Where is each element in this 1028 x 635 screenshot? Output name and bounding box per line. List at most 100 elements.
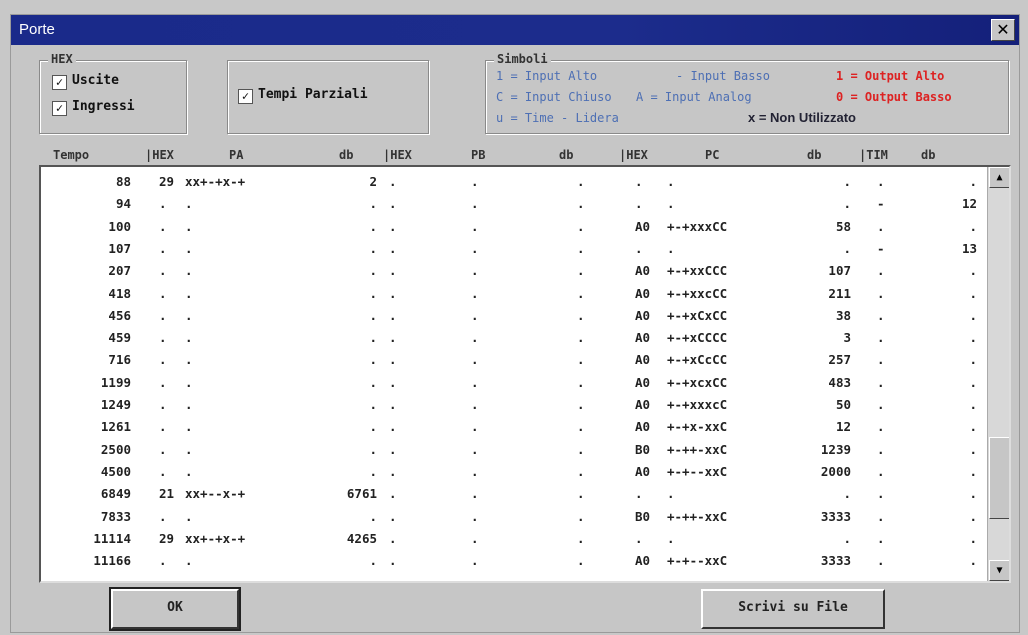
ingressi-checkbox[interactable]: ✓ Ingressi	[52, 99, 135, 116]
table-row[interactable]: 88 29 xx+-+x-+ 2........	[41, 171, 986, 193]
cell-tim: .	[877, 441, 885, 457]
cell-hex-c: A0	[635, 263, 651, 279]
hex-group-legend: HEX	[48, 52, 76, 66]
col-header-db-a: db	[339, 148, 354, 162]
table-row[interactable]: 1249...... A0 +-+xxxcC 50..	[41, 394, 986, 416]
cell-db-a: .	[369, 285, 377, 301]
cell-pc: +-++-xxC	[667, 508, 728, 524]
cell-tempo: 456	[108, 307, 131, 323]
cell-db-c: 483	[828, 374, 851, 390]
cell-pb: .	[471, 397, 479, 412]
table-row[interactable]: 1261...... A0 +-+x-xxC 12..	[41, 416, 986, 438]
cell-db-b: .	[577, 486, 585, 502]
cell-pa: .	[185, 218, 193, 234]
cell-pb: .	[471, 196, 479, 212]
table-row[interactable]: 2500...... B0 +-++-xxC 1239..	[41, 439, 986, 461]
table-row[interactable]: 716...... A0 +-+xCcCC 257..	[41, 349, 986, 371]
table-row[interactable]: 456...... A0 +-+xCxCC 38..	[41, 305, 986, 327]
cell-tempo: 88	[115, 174, 131, 189]
cell-db-b: .	[577, 441, 585, 457]
simboli-legend: Simboli	[494, 52, 551, 66]
symbol-input-basso: - Input Basso	[676, 69, 770, 83]
table-row[interactable]: 107......... -13	[41, 238, 986, 260]
cell-db-b: .	[577, 419, 585, 435]
cell-db-tim: .	[969, 530, 977, 546]
cell-db-b: .	[577, 508, 585, 524]
col-header-db-c: db	[807, 148, 822, 162]
tempi-parziali-label: Tempi Parziali	[258, 87, 368, 102]
cell-pa: .	[185, 196, 193, 212]
events-list[interactable]: 88 29 xx+-+x-+ 2........ 94......... -12 100..…	[39, 165, 1011, 583]
cell-tim: .	[877, 374, 885, 390]
cell-db-tim: .	[969, 397, 977, 412]
table-row[interactable]: 4500...... A0 +-+--xxC 2000..	[41, 461, 986, 483]
close-button[interactable]: ✕	[991, 19, 1015, 41]
cell-pb: .	[471, 441, 479, 457]
scroll-down-arrow-icon[interactable]: ▼	[989, 560, 1009, 581]
cell-tempo: 1199	[100, 374, 131, 390]
cell-db-a: 2	[369, 174, 377, 189]
title-bar[interactable]: Porte ✕	[11, 15, 1019, 45]
symbol-input-analog: A = Input Analog	[636, 90, 752, 104]
scrivi-su-file-button[interactable]: Scrivi su File	[701, 589, 885, 629]
cell-db-c: 38	[835, 307, 851, 323]
cell-tempo: 4500	[100, 463, 131, 479]
cell-pb: .	[471, 352, 479, 368]
table-row[interactable]: 7833...... B0 +-++-xxC 3333..	[41, 506, 986, 528]
cell-tim: .	[877, 352, 885, 368]
table-row[interactable]: 1199...... A0 +-+xcxCC 483..	[41, 372, 986, 394]
cell-hex-c: A0	[635, 463, 651, 479]
cell-hex-c: .	[635, 174, 643, 189]
cell-hex-c: .	[635, 196, 643, 212]
tempi-group: ✓ Tempi Parziali	[227, 60, 429, 134]
cell-db-b: .	[577, 352, 585, 368]
cell-hex-c: A0	[635, 553, 651, 569]
cell-pc: .	[667, 486, 675, 502]
table-row[interactable]: 6849 21 xx+--x-+ 6761........	[41, 483, 986, 505]
cell-tempo: 94	[115, 196, 131, 212]
col-header-pb: PB	[471, 148, 486, 162]
cell-hex-c: B0	[635, 508, 651, 524]
cell-pa: .	[185, 263, 193, 279]
ok-button[interactable]: OK	[109, 587, 241, 631]
cell-pc: +-+xxcCC	[667, 285, 728, 301]
cell-pc: +-+--xxC	[667, 553, 728, 569]
cell-hex-b: .	[389, 463, 397, 479]
cell-hex-c: A0	[635, 330, 651, 346]
table-row[interactable]: 94......... -12	[41, 193, 986, 215]
tempi-parziali-checkbox[interactable]: ✓ Tempi Parziali	[238, 87, 368, 104]
scroll-up-arrow-icon[interactable]: ▲	[989, 167, 1009, 188]
cell-tempo: 11114	[93, 530, 131, 546]
hex-group: HEX ✓ Uscite ✓ Ingressi	[39, 52, 187, 134]
cell-hex-c: .	[635, 486, 643, 502]
cell-db-a: .	[369, 218, 377, 234]
cell-hex-b: .	[389, 441, 397, 457]
cell-pb: .	[471, 530, 479, 546]
cell-db-c: 257	[828, 352, 851, 368]
cell-db-tim: .	[969, 419, 977, 435]
cell-db-c: 3	[843, 330, 851, 346]
table-row[interactable]: 207...... A0 +-+xxCCC 107..	[41, 260, 986, 282]
table-row[interactable]: 459...... A0 +-+xCCCC 3..	[41, 327, 986, 349]
cell-hex-c: A0	[635, 307, 651, 323]
cell-db-a: .	[369, 307, 377, 323]
cell-pb: .	[471, 330, 479, 346]
cell-tempo: 100	[108, 218, 131, 234]
scroll-thumb[interactable]	[989, 437, 1009, 519]
col-header-hex-c: |HEX	[619, 148, 648, 162]
cell-hex-c: A0	[635, 218, 651, 234]
cell-tim: -	[877, 196, 885, 212]
cell-pb: .	[471, 218, 479, 234]
table-row[interactable]: 418...... A0 +-+xxcCC 211..	[41, 283, 986, 305]
table-row[interactable]: 11166...... A0 +-+--xxC 3333..	[41, 550, 986, 572]
uscite-checkbox[interactable]: ✓ Uscite	[52, 73, 119, 90]
cell-db-b: .	[577, 374, 585, 390]
cell-db-c: 12	[835, 419, 851, 435]
cell-db-b: .	[577, 530, 585, 546]
vertical-scrollbar[interactable]: ▲ ▼	[987, 167, 1009, 581]
cell-hex-c: A0	[635, 419, 651, 435]
cell-db-tim: .	[969, 307, 977, 323]
table-row[interactable]: 100...... A0 +-+xxxCC 58..	[41, 216, 986, 238]
cell-db-tim: .	[969, 486, 977, 502]
table-row[interactable]: 11114 29 xx+-+x-+ 4265........	[41, 528, 986, 550]
